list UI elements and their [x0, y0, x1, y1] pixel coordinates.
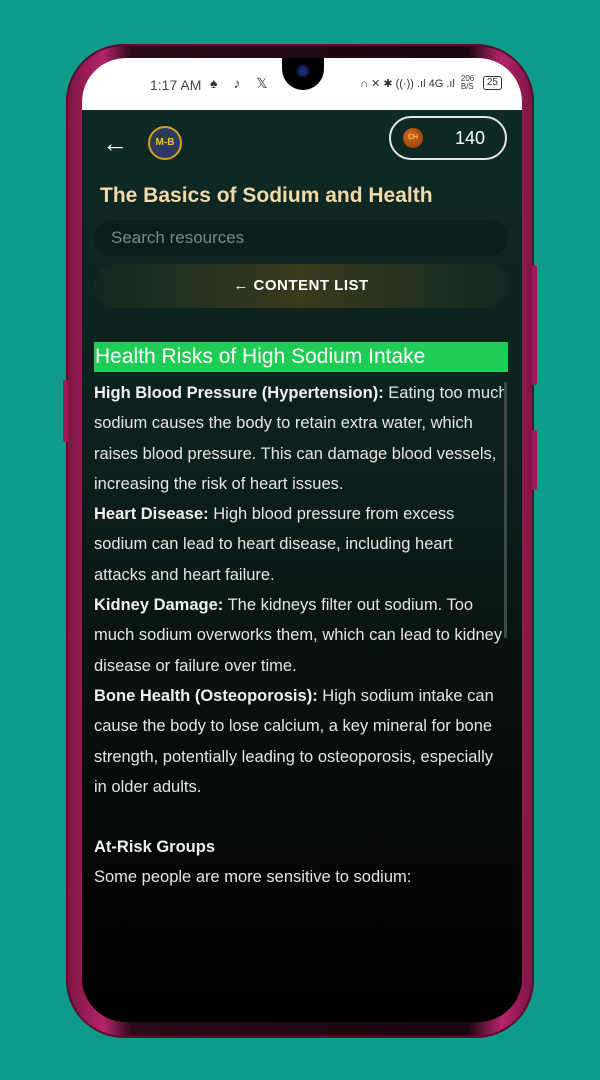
- section-heading: Health Risks of High Sodium Intake: [94, 342, 508, 372]
- risk-item: Bone Health (Osteoporosis): High sodium …: [94, 681, 508, 802]
- notification-icons: ♠ ♪ 𝕏: [210, 75, 274, 91]
- page-title: The Basics of Sodium and Health: [100, 184, 433, 207]
- risk-term: Heart Disease:: [94, 505, 209, 524]
- coin-icon: CH: [403, 128, 423, 148]
- risk-item: High Blood Pressure (Hypertension): Eati…: [94, 378, 508, 499]
- risk-item: Heart Disease: High blood pressure from …: [94, 499, 508, 590]
- content-list-button[interactable]: ← CONTENT LIST: [94, 264, 508, 308]
- back-arrow-icon[interactable]: ←: [102, 130, 128, 156]
- coin-count: 140: [454, 128, 485, 148]
- app-logo: M-B: [148, 126, 182, 160]
- risk-term: Kidney Damage:: [94, 596, 224, 615]
- system-status: ∩ ✕ ✱ ((·)) .ıl 4G .ıl 206 B/S 25: [360, 75, 502, 91]
- side-button: [532, 430, 537, 490]
- camera-notch: [282, 58, 324, 90]
- status-bar: 1:17 AM ♠ ♪ 𝕏 ∩ ✕ ✱ ((·)) .ıl 4G .ıl 206…: [82, 58, 522, 110]
- network-speed: 206 B/S: [460, 74, 475, 91]
- article-body: Health Risks of High Sodium Intake High …: [94, 342, 508, 1022]
- risk-term: High Blood Pressure (Hypertension):: [94, 384, 384, 402]
- coin-balance[interactable]: CH 140: [389, 116, 507, 160]
- volume-button: [63, 380, 68, 442]
- scrollbar[interactable]: [504, 382, 507, 638]
- battery-icon: 25: [482, 76, 502, 90]
- system-icons: ∩ ✕ ✱ ((·)) .ıl 4G .ıl: [360, 77, 455, 90]
- power-button: [532, 265, 537, 385]
- subheading: At-Risk Groups: [94, 832, 508, 862]
- camera-icon: [298, 66, 308, 76]
- risk-item: Kidney Damage: The kidneys filter out so…: [94, 590, 508, 681]
- subtext: Some people are more sensitive to sodium…: [94, 868, 412, 887]
- status-time: 1:17 AM: [150, 77, 202, 93]
- app-content: ← M-B CH 140 The Basics of Sodium and He…: [82, 110, 522, 1022]
- search-input[interactable]: Search resources: [94, 220, 508, 256]
- phone-screen: 1:17 AM ♠ ♪ 𝕏 ∩ ✕ ✱ ((·)) .ıl 4G .ıl 206…: [82, 58, 522, 1022]
- subheading-text: At-Risk Groups: [94, 838, 216, 857]
- risk-term: Bone Health (Osteoporosis):: [94, 686, 318, 705]
